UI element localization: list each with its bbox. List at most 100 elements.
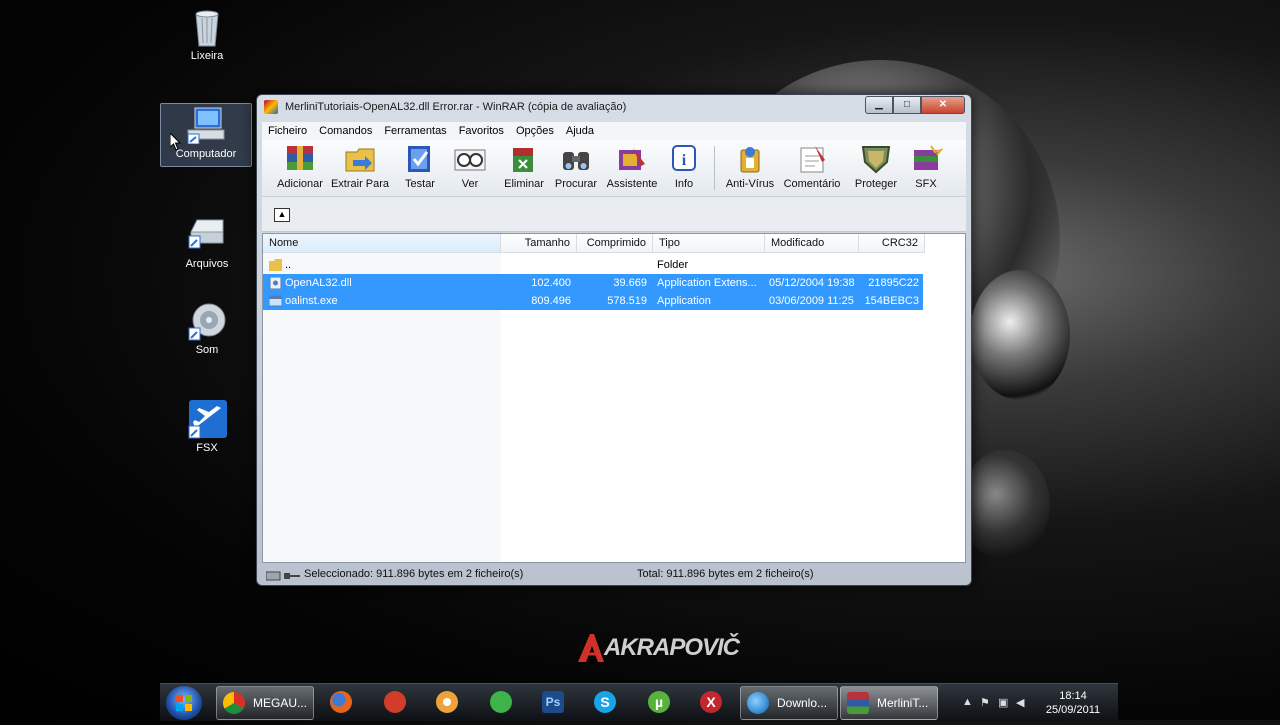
utorrent-icon: µ (648, 691, 670, 713)
column-header-crc[interactable]: CRC32 (859, 234, 925, 253)
start-button[interactable] (166, 686, 202, 720)
info-icon: i (667, 144, 701, 174)
row-name: .. (285, 259, 292, 271)
taskbar-downloads-button[interactable]: Downlo... (740, 686, 838, 720)
taskbar-firefox[interactable] (320, 686, 362, 718)
taskbar-chrome-button[interactable]: MEGAU... (216, 686, 314, 720)
toolbar-extract-button[interactable]: Extrair Para (328, 144, 392, 190)
mouse-cursor-icon (169, 131, 182, 156)
toolbar-add-button[interactable]: Adicionar (268, 144, 332, 190)
antivirus-icon (733, 144, 767, 174)
menu-ferramentas[interactable]: Ferramentas (378, 122, 452, 140)
svg-text:i: i (682, 152, 687, 169)
file-list: Nome Tamanho Comprimido Tipo Modificado … (262, 233, 966, 563)
wallpaper-pipe-shape-2 (960, 450, 1050, 560)
menu-ficheiro[interactable]: Ficheiro (262, 122, 313, 140)
taskbar-skype[interactable]: S (584, 686, 626, 718)
column-header-modified[interactable]: Modificado (765, 234, 859, 253)
add-archive-icon (283, 144, 317, 174)
toolbar-label: Extrair Para (330, 178, 390, 190)
toolbar-comment-button[interactable]: Comentário (780, 144, 844, 190)
taskbar-monster[interactable] (480, 686, 522, 718)
toolbar-label: Ver (461, 178, 479, 190)
menu-opcoes[interactable]: Opções (510, 122, 560, 140)
winrar-icon (264, 100, 278, 114)
delete-icon (507, 144, 541, 174)
desktop-icon-arquivos[interactable]: Arquivos (162, 214, 252, 270)
toolbar-separator (714, 146, 715, 190)
toolbar: Adicionar Extrair Para Testar Ver Elimin… (262, 140, 966, 197)
recycle-bin-icon (187, 6, 227, 47)
system-tray: ▲ ⚑ ▣ ◀ 18:14 25/09/2011 (956, 684, 1118, 721)
column-header-name[interactable]: Nome (263, 234, 501, 253)
view-icon (453, 144, 487, 174)
drive-status-icon (265, 569, 300, 581)
monster-icon (490, 691, 512, 713)
toolbar-sfx-button[interactable]: SFX (894, 144, 958, 190)
volume-icon[interactable]: ◀ (1016, 696, 1024, 709)
wizard-icon (615, 144, 649, 174)
desktop-icon-label: Computador (175, 148, 237, 160)
desktop-icon-label: Som (195, 344, 219, 356)
close-button[interactable]: ✕ (921, 96, 965, 114)
menu-ajuda[interactable]: Ajuda (560, 122, 600, 140)
test-icon (403, 144, 437, 174)
status-bar: Seleccionado: 911.896 bytes em 2 ficheir… (262, 565, 966, 583)
toolbar-find-button[interactable]: Procurar (544, 144, 608, 190)
show-hidden-icons-arrow[interactable]: ▲ (962, 696, 973, 708)
exe-file-icon (268, 295, 283, 307)
toolbar-label: Anti-Vírus (725, 178, 775, 190)
table-row[interactable]: oalinst.exe 809.496 578.519 Application … (263, 292, 923, 310)
drive-icon (187, 214, 227, 254)
column-header-size[interactable]: Tamanho (501, 234, 577, 253)
photoshop-icon: Ps (542, 691, 564, 713)
table-row[interactable]: .. Folder (263, 256, 923, 274)
row-modified: 03/06/2009 11:25 (769, 295, 854, 307)
taskbar-winrar-button[interactable]: MerliniT... (840, 686, 938, 720)
row-packed: 39.669 (613, 277, 647, 289)
up-folder-button[interactable]: ▲ (274, 208, 290, 222)
dll-file-icon (269, 276, 282, 290)
table-row[interactable]: OpenAL32.dll 102.400 39.669 Application … (263, 274, 923, 292)
taskbar-app-x[interactable]: X (690, 686, 732, 718)
taskbar-game[interactable] (374, 686, 416, 718)
winrar-window: MerliniTutoriais-OpenAL32.dll Error.rar … (256, 94, 972, 586)
taskbar-utorrent[interactable]: µ (638, 686, 680, 718)
toolbar-label: Adicionar (277, 178, 323, 190)
row-packed: 578.519 (607, 295, 647, 307)
row-type: Folder (657, 259, 689, 271)
desktop-icon-label: Lixeira (190, 50, 224, 62)
firefox-icon (330, 691, 352, 713)
maximize-button[interactable]: □ (893, 96, 921, 114)
winrar-icon (847, 692, 869, 714)
clock[interactable]: 18:14 25/09/2011 (1038, 689, 1108, 717)
menu-favoritos[interactable]: Favoritos (453, 122, 510, 140)
minimize-button[interactable]: ▁ (865, 96, 893, 114)
toolbar-info-button[interactable]: i Info (652, 144, 716, 190)
column-header-packed[interactable]: Comprimido (577, 234, 653, 253)
globe-icon (747, 692, 769, 714)
action-center-flag-icon[interactable]: ⚑ (980, 696, 990, 709)
window-title: MerliniTutoriais-OpenAL32.dll Error.rar … (285, 101, 627, 113)
toolbar-label: Testar (405, 178, 435, 190)
taskbar-photoshop[interactable]: Ps (532, 686, 574, 718)
row-type: Application (657, 295, 711, 307)
wallpaper-pipe-shape (970, 270, 1070, 400)
menu-comandos[interactable]: Comandos (313, 122, 378, 140)
desktop-icon-som[interactable]: Som (162, 300, 252, 356)
toolbar-label: Eliminar (504, 178, 544, 190)
desktop-icon-recycle-bin[interactable]: Lixeira (162, 6, 252, 62)
windows-logo-icon (176, 695, 192, 711)
row-name: OpenAL32.dll (285, 277, 352, 289)
task-label: Downlo... (777, 696, 828, 710)
brand-logo: AKRAPOVIČ (576, 630, 740, 666)
taskbar-nero[interactable] (426, 686, 468, 718)
protect-icon (859, 144, 893, 174)
toolbar-label: SFX (915, 178, 937, 190)
title-bar[interactable]: MerliniTutoriais-OpenAL32.dll Error.rar … (257, 95, 971, 119)
desktop-icon-fsx[interactable]: FSX (162, 398, 252, 454)
network-icon[interactable]: ▣ (998, 696, 1008, 709)
status-selected: Seleccionado: 911.896 bytes em 2 ficheir… (304, 568, 524, 580)
toolbar-antivirus-button[interactable]: Anti-Vírus (718, 144, 782, 190)
column-header-type[interactable]: Tipo (653, 234, 765, 253)
